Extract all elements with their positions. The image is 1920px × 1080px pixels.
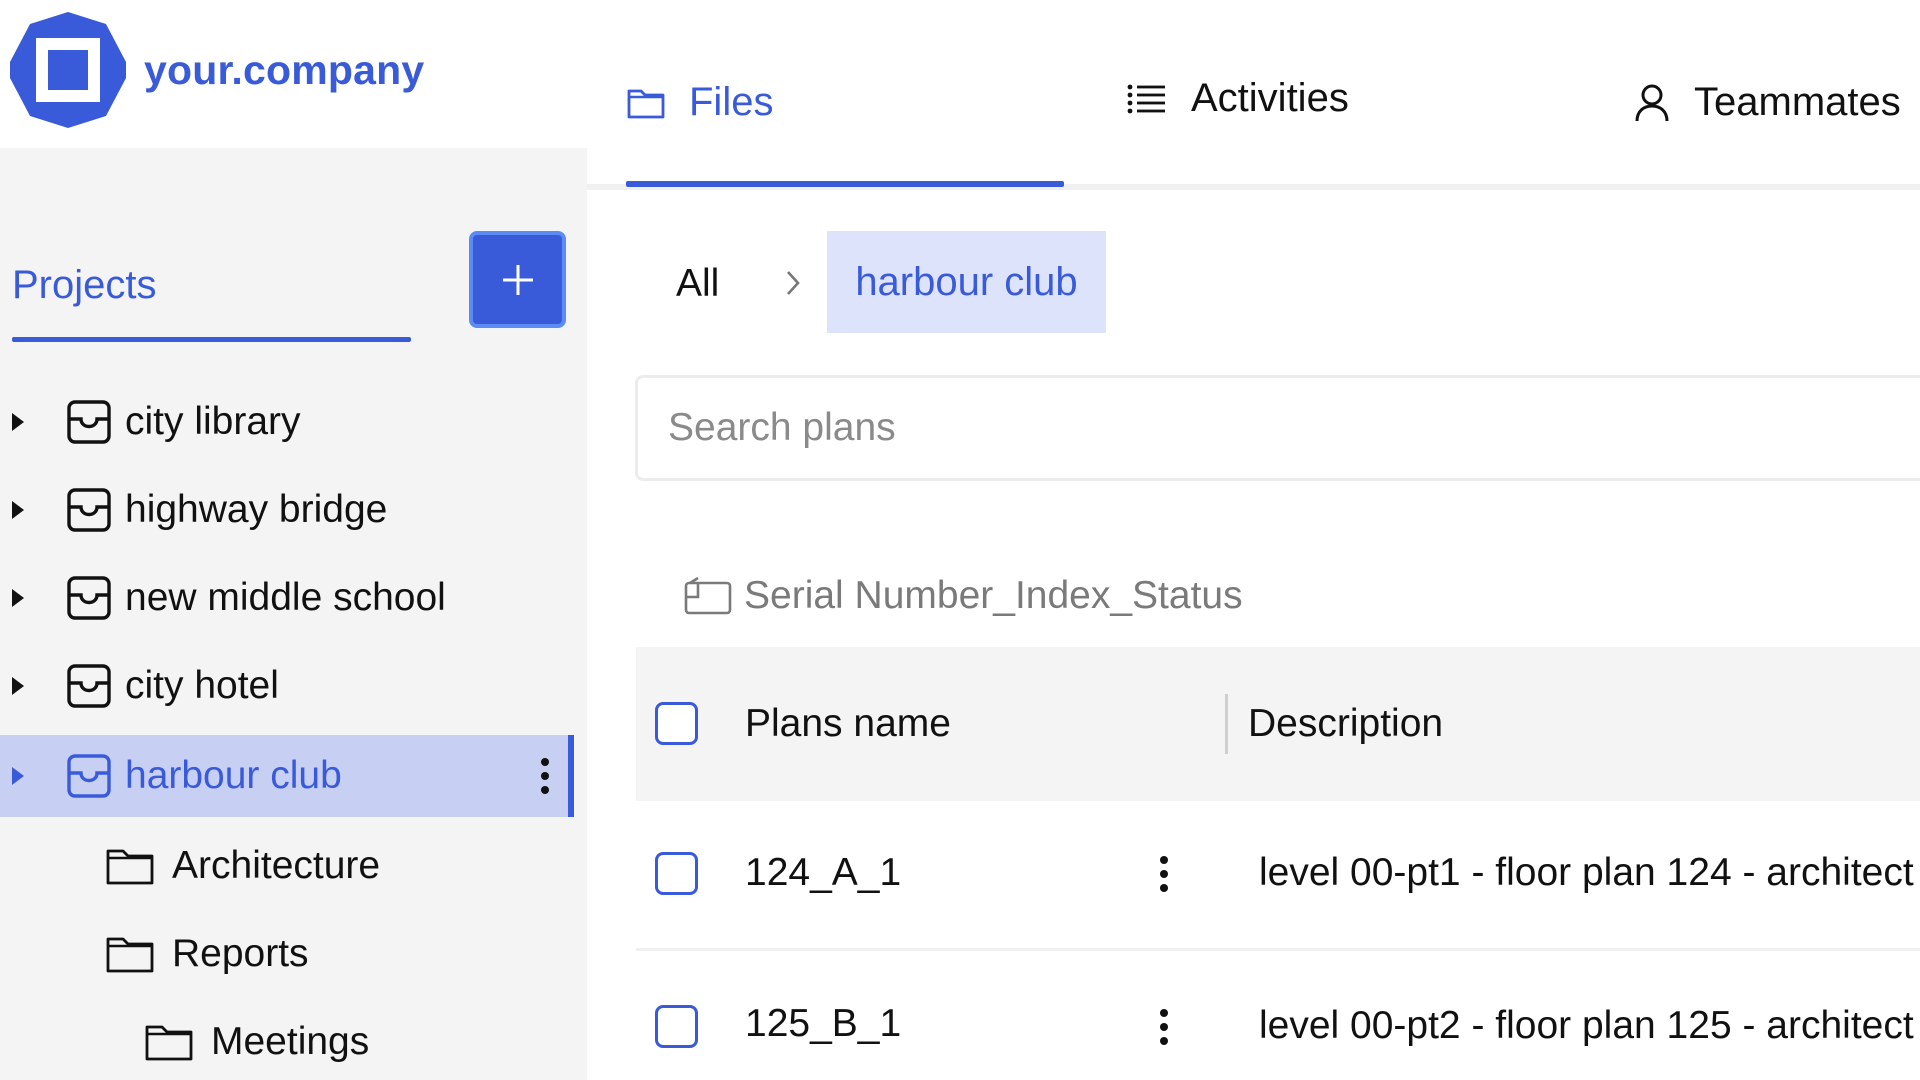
- folder-reports[interactable]: Reports: [106, 919, 309, 989]
- inbox-icon: [67, 754, 111, 798]
- more-options-icon[interactable]: [1159, 855, 1169, 893]
- folder-label: Meetings: [211, 1020, 370, 1063]
- folder-icon: [106, 937, 154, 973]
- folder-icon: [627, 87, 665, 119]
- chevron-right-icon: [787, 271, 800, 295]
- sidebar-item-new-middle-school[interactable]: new middle school: [0, 557, 574, 639]
- add-project-button[interactable]: [469, 231, 566, 328]
- plus-icon: [502, 264, 533, 295]
- inbox-icon: [67, 664, 111, 708]
- logo-icon: [10, 12, 126, 128]
- plan-name: 125_B_1: [745, 1002, 902, 1045]
- project-label: highway bridge: [125, 488, 388, 531]
- label-icon: [684, 577, 732, 615]
- sidebar-item-city-hotel[interactable]: city hotel: [0, 645, 574, 727]
- row-checkbox[interactable]: [655, 1005, 698, 1048]
- expand-caret-icon[interactable]: [12, 767, 24, 785]
- expand-caret-icon[interactable]: [12, 501, 24, 519]
- more-options-icon[interactable]: [540, 757, 550, 795]
- inbox-icon: [67, 576, 111, 620]
- projects-tab[interactable]: Projects: [12, 263, 157, 308]
- table-row[interactable]: 125_B_1 level 00-pt2 - floor plan 125 - …: [636, 954, 1920, 1080]
- column-resize-handle[interactable]: [1225, 694, 1228, 754]
- sidebar-item-city-library[interactable]: city library: [0, 381, 574, 463]
- user-icon: [1634, 83, 1670, 123]
- row-checkbox[interactable]: [655, 852, 698, 895]
- column-header-description[interactable]: Description: [1248, 702, 1443, 746]
- tab-activities-label: Activities: [1191, 76, 1349, 120]
- projects-tab-indicator: [12, 337, 411, 342]
- more-options-icon[interactable]: [1159, 1008, 1169, 1046]
- project-label: city library: [125, 400, 301, 443]
- search-input[interactable]: [638, 378, 1920, 478]
- expand-caret-icon[interactable]: [12, 677, 24, 695]
- plan-name: 124_A_1: [745, 851, 902, 894]
- list-icon: [1127, 83, 1167, 115]
- folder-label: Architecture: [172, 844, 381, 887]
- plan-description: level 00-pt2 - floor plan 125 - architec…: [1259, 1004, 1914, 1047]
- search-box: [635, 375, 1920, 481]
- project-label: city hotel: [125, 664, 279, 707]
- inbox-icon: [67, 488, 111, 532]
- grouping-label: Serial Number_Index_Status: [744, 574, 1243, 617]
- tab-activities[interactable]: Activities: [1127, 76, 1349, 121]
- project-label: new middle school: [125, 576, 446, 619]
- folder-icon: [106, 849, 154, 885]
- folder-label: Reports: [172, 932, 309, 975]
- column-header-plans-name[interactable]: Plans name: [745, 702, 951, 746]
- plan-description: level 00-pt1 - floor plan 124 - architec…: [1259, 851, 1914, 894]
- tab-teammates-label: Teammates: [1694, 80, 1901, 124]
- sidebar-item-highway-bridge[interactable]: highway bridge: [0, 469, 574, 551]
- folder-architecture[interactable]: Architecture: [106, 831, 380, 901]
- table-header: Plans name Description: [636, 647, 1920, 801]
- active-tab-indicator: [626, 181, 1064, 187]
- inbox-icon: [67, 400, 111, 444]
- breadcrumb-root[interactable]: All: [676, 262, 719, 306]
- expand-caret-icon[interactable]: [12, 413, 24, 431]
- tab-files-label: Files: [689, 80, 774, 124]
- select-all-checkbox[interactable]: [655, 702, 698, 745]
- company-name: your.company: [144, 46, 425, 93]
- tab-files[interactable]: Files: [627, 80, 773, 125]
- grouping-row[interactable]: Serial Number_Index_Status: [684, 574, 1243, 618]
- expand-caret-icon[interactable]: [12, 589, 24, 607]
- breadcrumb-current[interactable]: harbour club: [827, 231, 1106, 333]
- table-row[interactable]: 124_A_1 level 00-pt1 - floor plan 124 - …: [636, 801, 1920, 951]
- top-navigation: Files Activities Teammates: [587, 0, 1920, 190]
- sidebar-item-harbour-club[interactable]: harbour club: [0, 735, 574, 817]
- folder-icon: [145, 1025, 193, 1061]
- folder-meetings[interactable]: Meetings: [145, 1007, 369, 1077]
- tab-teammates[interactable]: Teammates: [1634, 80, 1901, 125]
- company-logo[interactable]: your.company: [8, 10, 424, 130]
- project-label: harbour club: [125, 754, 342, 797]
